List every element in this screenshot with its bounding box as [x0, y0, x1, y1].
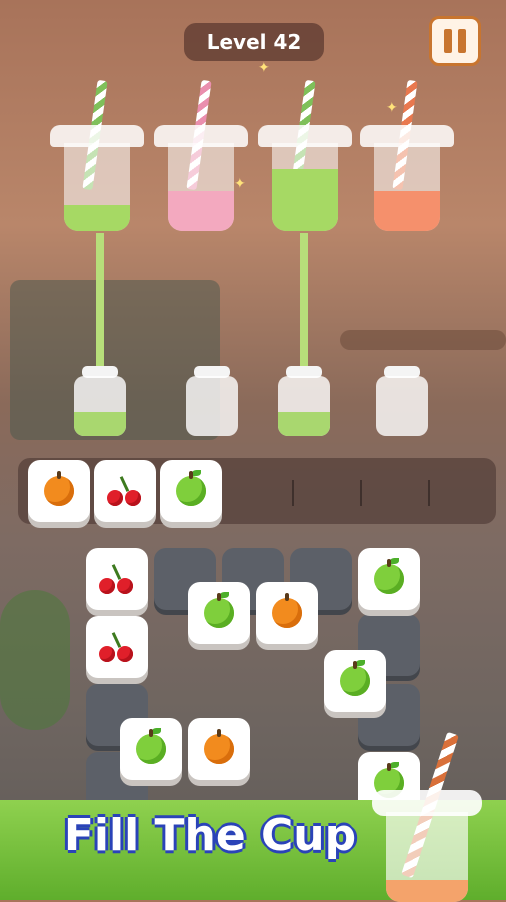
- sparkle-icon: ✦: [386, 100, 398, 116]
- orange-icon: [272, 593, 302, 628]
- sparkle-icon: ✦: [258, 60, 270, 76]
- fruit-tile-cherry[interactable]: [86, 616, 148, 678]
- orange-icon: [204, 729, 234, 764]
- juice-stream: [96, 233, 104, 373]
- fruit-tile-apple[interactable]: [358, 548, 420, 610]
- tray-tile-cherry: [94, 460, 156, 522]
- apple-icon: [204, 592, 234, 628]
- cup-pink: [154, 79, 248, 233]
- fruit-tile-orange[interactable]: [188, 718, 250, 780]
- pause-button[interactable]: [429, 16, 481, 66]
- cherry-icon: [99, 632, 135, 662]
- apple-icon: [374, 558, 404, 594]
- cherry-icon: [107, 476, 143, 506]
- background-shelf: [340, 330, 506, 350]
- jar: [186, 366, 238, 436]
- apple-icon: [136, 728, 166, 764]
- tray-slot-divider: [292, 480, 294, 506]
- apple-icon: [340, 660, 370, 696]
- fruit-tile-apple[interactable]: [120, 718, 182, 780]
- background-plant: [0, 590, 70, 730]
- banner-title: Fill The Cup: [63, 810, 357, 861]
- fruit-tile-apple[interactable]: [188, 582, 250, 644]
- cup-green: [258, 79, 352, 233]
- level-indicator: Level 42: [184, 23, 324, 61]
- apple-icon: [176, 470, 206, 506]
- cup-green: [50, 79, 144, 233]
- fruit-tile-cherry[interactable]: [86, 548, 148, 610]
- jar: [74, 366, 126, 436]
- juice-stream: [300, 233, 308, 373]
- tray-slot-divider: [360, 480, 362, 506]
- orange-icon: [44, 471, 74, 506]
- jar: [376, 366, 428, 436]
- pause-icon: [444, 29, 452, 53]
- fruit-tile-apple[interactable]: [324, 650, 386, 712]
- cherry-icon: [99, 564, 135, 594]
- jar: [278, 366, 330, 436]
- tray-slot-divider: [428, 480, 430, 506]
- promo-cup-icon: [372, 731, 482, 902]
- fruit-tile-orange[interactable]: [256, 582, 318, 644]
- cup-orange: [360, 79, 454, 233]
- tray-tile-orange: [28, 460, 90, 522]
- tray-tile-apple: [160, 460, 222, 522]
